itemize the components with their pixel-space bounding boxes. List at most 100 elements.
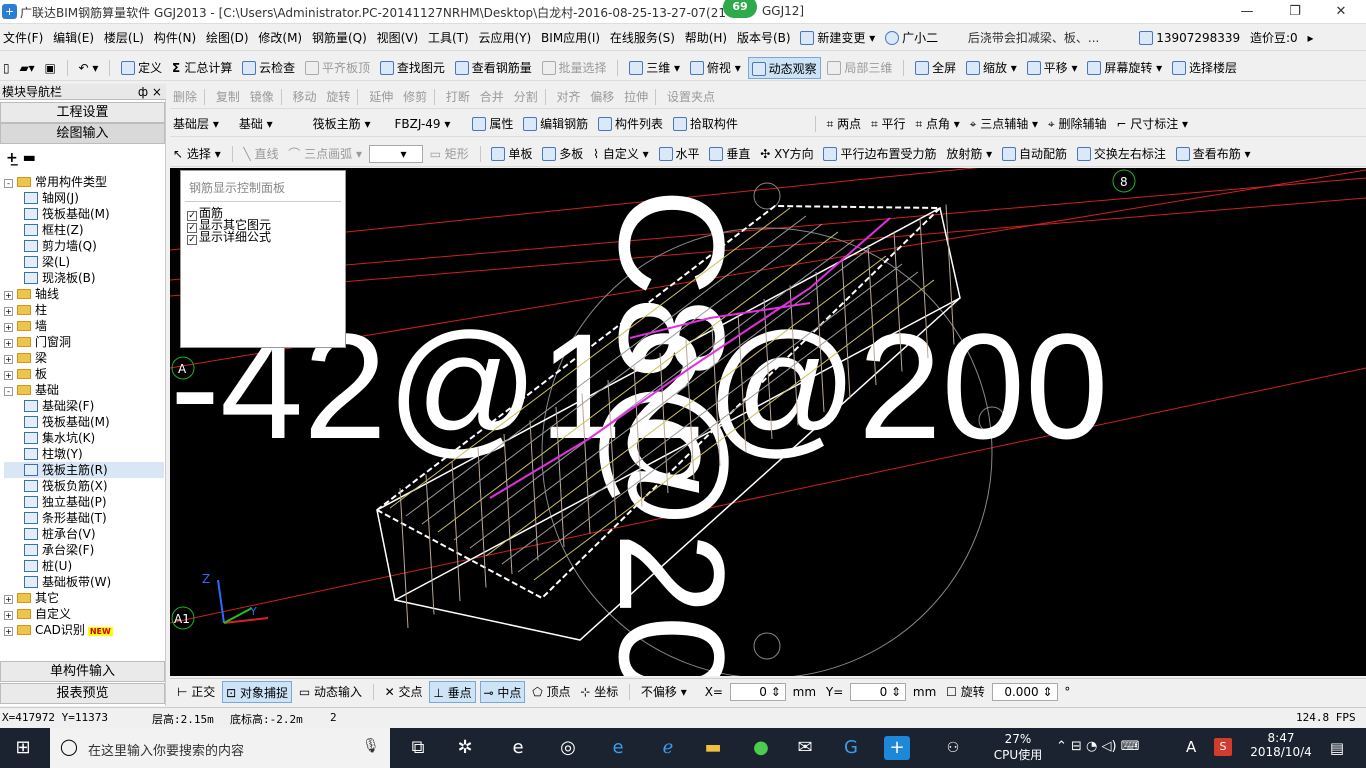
xy-direction-button[interactable]: ✣ XY方向 [757, 143, 816, 165]
assistant-button[interactable]: 广小二 [882, 27, 941, 49]
menu-tools[interactable]: 工具(T) [425, 27, 472, 49]
single-input-button[interactable]: 单构件输入 [0, 661, 165, 682]
align-button[interactable]: 对齐 [553, 86, 583, 108]
save-icon[interactable]: ▣ [42, 57, 59, 79]
two-points-button[interactable]: ⌗ 两点 [824, 113, 865, 135]
tree-item[interactable]: 筏板基础(M) [4, 206, 164, 222]
top-view-button[interactable]: 俯视 ▾ [687, 57, 744, 79]
arc-button[interactable]: ⌒ 三点画弧 ▾ [285, 143, 365, 165]
menu-online[interactable]: 在线服务(S) [607, 27, 678, 49]
tree-item[interactable]: + 墙 [4, 318, 164, 334]
taskbar-search-box[interactable]: ◯ 在这里输入你要搜索的内容 🎙 [50, 728, 390, 768]
midpoint-snap-button[interactable]: ⊸ 中点 [479, 681, 526, 703]
glodon-g-icon[interactable]: G [838, 736, 864, 760]
coordinate-snap-button[interactable]: ⊹ 坐标 [577, 681, 621, 703]
extend-button[interactable]: 延伸 [366, 86, 396, 108]
draw-input-button[interactable]: 绘图输入 [0, 123, 165, 144]
edit-rebar-button[interactable]: 编辑钢筋 [520, 113, 591, 135]
menu-floor[interactable]: 楼层(L) [101, 27, 147, 49]
tree-item[interactable]: + 柱 [4, 302, 164, 318]
fan-app-icon[interactable]: ✲ [452, 736, 478, 760]
attribute-button[interactable]: 属性 [469, 113, 516, 135]
task-view-icon[interactable]: ⧉ [405, 736, 431, 760]
orbit-handle-top[interactable] [753, 182, 781, 210]
tree-item[interactable]: 现浇板(B) [4, 270, 164, 286]
three-d-button[interactable]: 三维 ▾ [626, 57, 683, 79]
tree-item[interactable]: 筏板主筋(R) [4, 462, 164, 478]
open-file-icon[interactable]: ▰▾ [16, 57, 37, 79]
tree-item[interactable]: 基础梁(F) [4, 398, 164, 414]
tree-item[interactable]: 框柱(Z) [4, 222, 164, 238]
ie-blue-icon[interactable]: ℯ [655, 736, 681, 760]
tray-icons[interactable]: ⌃ ⊟ ◔ ◁) ⌨ [1056, 739, 1140, 754]
fullscreen-button[interactable]: 全屏 [912, 57, 959, 79]
tree-item[interactable]: + 门窗洞 [4, 334, 164, 350]
delete-button[interactable]: 删除 [170, 86, 200, 108]
code-select[interactable]: FBZJ-49 ▾ [391, 113, 465, 135]
align-top-button[interactable]: 平齐板顶 [302, 57, 373, 79]
menu-bim[interactable]: BIM应用(I) [538, 27, 603, 49]
break-button[interactable]: 打断 [443, 86, 473, 108]
vertex-snap-button[interactable]: ⬠ 顶点 [529, 681, 573, 703]
menu-view[interactable]: 视图(V) [374, 27, 422, 49]
new-change-button[interactable]: 新建变更 ▾ [797, 27, 878, 49]
rotate-checkbox[interactable]: ☐ 旋转 [943, 681, 988, 703]
expand-toggle-icon[interactable]: + [4, 323, 13, 332]
tree-item[interactable]: 条形基础(T) [4, 510, 164, 526]
sogou-icon[interactable]: S [1214, 738, 1232, 756]
green-app-icon[interactable]: ● [748, 736, 774, 760]
three-point-axis-button[interactable]: ⌖ 三点辅轴 ▾ [967, 113, 1041, 135]
pan-button[interactable]: 平移 ▾ [1024, 57, 1081, 79]
tree-item[interactable]: - 常用构件类型 [4, 174, 164, 190]
view-rebar-button[interactable]: 查看钢筋量 [452, 57, 535, 79]
microphone-icon[interactable]: 🎙 [362, 738, 380, 754]
dynamic-input-button[interactable]: ▭ 动态输入 [296, 681, 365, 703]
find-button[interactable]: 查找图元 [377, 57, 448, 79]
tree-item[interactable]: + 梁 [4, 350, 164, 366]
merge-button[interactable]: 合并 [477, 86, 507, 108]
tree-item[interactable]: + CAD识别 NEW [4, 622, 164, 638]
maximize-button[interactable]: ❐ [1272, 2, 1318, 22]
expand-toggle-icon[interactable]: + [4, 595, 13, 604]
minimize-button[interactable]: — [1224, 2, 1270, 22]
expand-toggle-icon[interactable]: - [4, 387, 13, 396]
menu-modify[interactable]: 修改(M) [255, 27, 305, 49]
tree-item[interactable]: 承台梁(F) [4, 542, 164, 558]
tree-item[interactable]: 集水坑(K) [4, 430, 164, 446]
clock[interactable]: 8:47 2018/10/4 [1246, 731, 1316, 759]
dynamic-view-button[interactable]: 动态观察 [747, 57, 821, 79]
tree-item[interactable]: - 基础 [4, 382, 164, 398]
dimension-button[interactable]: ⌐ 尺寸标注 ▾ [1113, 113, 1191, 135]
parallel-button[interactable]: ⌗ 平行 [868, 113, 909, 135]
tree-item[interactable]: 桩(U) [4, 558, 164, 574]
copy-button[interactable]: 复制 [213, 86, 243, 108]
tree-item[interactable]: 轴网(J) [4, 190, 164, 206]
move-button[interactable]: 移动 [290, 86, 320, 108]
tree-item[interactable]: + 轴线 [4, 286, 164, 302]
y-input[interactable]: 0 ⇕ [850, 683, 907, 701]
tree-item[interactable]: 桩承台(V) [4, 526, 164, 542]
rotate-button[interactable]: 旋转 [323, 86, 353, 108]
cloud-check-button[interactable]: 云检查 [239, 57, 298, 79]
project-settings-button[interactable]: 工程设置 [0, 102, 165, 123]
drawing-canvas[interactable]: -42@12@200 C8@20 A A1 8 Z Y [170, 168, 1366, 676]
rotate-screen-button[interactable]: 屏幕旋转 ▾ [1084, 57, 1165, 79]
split-button[interactable]: 分割 [511, 86, 541, 108]
tree-item[interactable]: 基础板带(W) [4, 574, 164, 590]
mail-icon[interactable]: ✉ [792, 736, 818, 760]
offset-mode-select[interactable]: 不偏移 ▾ [638, 681, 698, 703]
offset-button[interactable]: 偏移 [587, 86, 617, 108]
report-preview-button[interactable]: 报表预览 [0, 683, 165, 704]
edge-icon[interactable]: e [605, 736, 631, 760]
auto-rebar-button[interactable]: 自动配筋 [999, 143, 1070, 165]
stretch-button[interactable]: 拉伸 [621, 86, 651, 108]
tree-item[interactable]: 柱墩(Y) [4, 446, 164, 462]
pick-component-button[interactable]: 拾取构件 [670, 113, 741, 135]
view-layout-button[interactable]: 查看布筋 ▾ [1173, 143, 1254, 165]
notification-center-icon[interactable]: ▤ [1324, 736, 1350, 760]
x-input[interactable]: 0 ⇕ [729, 683, 786, 701]
nav-pin-close[interactable]: ф × [138, 84, 162, 100]
tree-item[interactable]: 梁(L) [4, 254, 164, 270]
sum-button[interactable]: Σ 汇总计算 [169, 57, 235, 79]
menu-help[interactable]: 帮助(H) [682, 27, 730, 49]
